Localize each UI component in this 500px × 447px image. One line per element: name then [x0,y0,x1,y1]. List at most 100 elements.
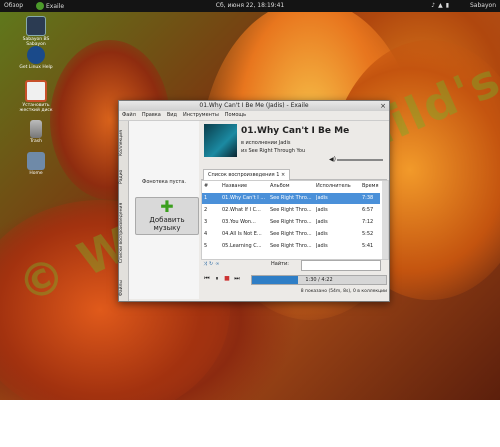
col-album[interactable]: Альбом [270,181,314,192]
status-bar: 8 показано (54m, 8s), 0 в коллекции [300,289,387,294]
row-time: 5:52 [362,231,374,237]
row-artist: Jadis [316,243,328,249]
row-title: 01.Why Can't I ... [222,195,266,201]
help-icon [27,46,45,64]
installer-icon [25,80,47,102]
now-playing-panel: 01.Why Can't I Be Me в исполнении Jadis … [201,121,387,169]
col-number[interactable]: # [204,181,214,192]
stop-icon[interactable]: ■ [223,275,231,283]
clock[interactable]: Сб, июня 22, 18:19:41 [0,2,500,9]
album-cover [204,124,237,157]
plus-icon: ✚ [160,197,174,216]
home-folder-icon [27,152,45,170]
close-icon[interactable]: × [281,172,285,178]
playlist-table: # Название Альбом Исполнитель Время 1 01… [201,180,389,260]
table-row[interactable]: 5 05.Learning C... See Right Thro... Jad… [202,241,380,252]
row-artist: Jadis [316,195,328,201]
add-music-button[interactable]: ✚ Добавить музыку [135,197,199,235]
row-title: 05.Learning C... [222,243,262,249]
row-number: 5 [204,243,208,249]
battery-icon[interactable]: ▮ [446,2,452,9]
volume-slider[interactable] [337,159,383,161]
desktop-icon-help[interactable]: Get Linux Help [18,46,54,70]
add-music-label: Добавить музыку [149,216,185,232]
row-time: 6:57 [362,207,374,213]
desktop-icon-label: Trash [30,139,42,144]
previous-icon[interactable]: ⏮ [203,275,211,283]
menu-file[interactable]: Файл [122,111,136,120]
row-number: 3 [204,219,208,225]
playlist-scrollbar[interactable] [382,181,388,259]
collection-empty-text: Фонотека пуста. [142,179,186,185]
menu-edit[interactable]: Правка [142,111,161,120]
row-number: 1 [204,195,208,201]
collection-pane: Фонотека пуста. ✚ Добавить музыку [129,121,199,299]
tab-collection[interactable]: Коллекция [119,125,128,161]
playlist-tab-label: Список воспроизведения 1 [208,172,280,178]
table-row[interactable]: 4 04.All Is Not E... See Right Thro... J… [202,229,380,240]
col-title[interactable]: Название [222,181,266,192]
dynamic-icon[interactable]: ∞ [215,261,221,267]
tab-files[interactable]: Файлы [119,277,128,299]
row-time: 7:12 [362,219,374,225]
table-row[interactable]: 3 03.You Won... See Right Thro... Jadis … [202,217,380,228]
desktop-icon-label: Home [29,171,43,176]
col-time[interactable]: Время [362,181,380,192]
row-title: 04.All Is Not E... [222,231,262,237]
track-title: 01.Why Can't I Be Me [241,126,350,136]
row-album: See Right Thro... [270,195,312,201]
menu-view[interactable]: Вид [167,111,177,120]
playlist-tabs: Список воспроизведения 1 × [201,169,387,180]
track-album: из See Right Through You [241,148,306,154]
trash-icon [30,120,42,138]
side-tabs: Коллекция Радио Списки воспроизведения Ф… [119,121,129,301]
desktop-icon-home[interactable]: Home [18,152,54,176]
row-number: 2 [204,207,208,213]
row-album: See Right Thro... [270,207,312,213]
exaile-window: 01.Why Can't I Be Me (Jadis) - Exaile × … [118,100,390,302]
window-titlebar[interactable]: 01.Why Can't I Be Me (Jadis) - Exaile × [119,101,389,111]
close-icon[interactable]: × [380,101,386,111]
desktop-icon-sabayon[interactable]: Sabayon BS Sabayon [18,16,54,47]
row-time: 5:41 [362,243,374,249]
window-title: 01.Why Can't I Be Me (Jadis) - Exaile [199,102,309,109]
next-icon[interactable]: ⏭ [233,275,241,283]
search-input[interactable] [301,260,381,271]
progress-bar[interactable]: 1:30 / 4:22 [251,275,387,285]
top-panel: Обзор Exaile Сб, июня 22, 18:19:41 ♪▲▮ S… [0,0,500,12]
playback-controls: ⏮ ⏸ ■ ⏭ 1:30 / 4:22 [201,273,387,285]
table-row[interactable]: 2 02.What If I C... See Right Thro... Ja… [202,205,380,216]
tab-radio[interactable]: Радио [119,165,128,189]
menu-bar: Файл Правка Вид Инструменты Помощь [119,111,389,121]
tab-playlist-1[interactable]: Список воспроизведения 1 × [203,169,291,180]
row-artist: Jadis [316,207,328,213]
row-number: 4 [204,231,208,237]
user-menu[interactable]: Sabayon [470,2,496,9]
tab-playlists[interactable]: Списки воспроизведения [119,193,128,273]
pause-icon[interactable]: ⏸ [213,275,221,283]
menu-tools[interactable]: Инструменты [183,111,219,120]
desktop-icon-label: Установить жесткий диск [19,103,53,113]
row-time: 7:38 [362,195,374,201]
sabayon-icon [26,16,46,36]
playlist-mode-icons: ⤨↻∞ [203,261,221,267]
desktop-icon-trash[interactable]: Trash [18,120,54,144]
row-artist: Jadis [316,231,328,237]
system-tray[interactable]: ♪▲▮ [431,2,452,9]
row-album: See Right Thro... [270,219,312,225]
progress-time: 1:30 / 4:22 [305,277,333,283]
menu-help[interactable]: Помощь [225,111,246,120]
row-artist: Jadis [316,219,328,225]
col-artist[interactable]: Исполнитель [316,181,356,192]
desktop-icon-label: Get Linux Help [19,65,53,70]
row-album: See Right Thro... [270,231,312,237]
search-row: ⤨↻∞ Найти: [201,259,387,271]
search-label: Найти: [271,261,289,267]
table-header: # Название Альбом Исполнитель Время [202,181,380,192]
row-title: 02.What If I C... [222,207,261,213]
track-artist: в исполнении Jadis [241,140,291,146]
volume-icon[interactable]: ◀) [329,156,336,163]
table-row[interactable]: 1 01.Why Can't I ... See Right Thro... J… [202,193,380,204]
desktop-icon-installer[interactable]: Установить жесткий диск [18,80,54,113]
network-icon[interactable]: ▲ [438,2,446,9]
